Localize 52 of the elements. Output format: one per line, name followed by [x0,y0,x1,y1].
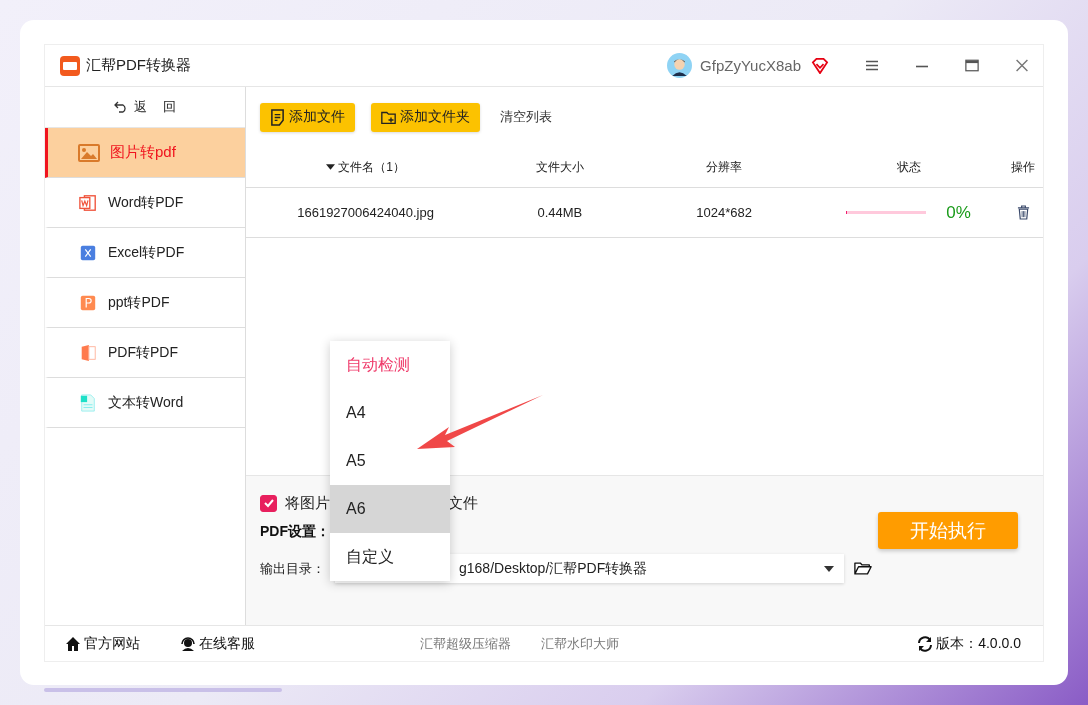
add-file-icon [270,108,285,126]
text-document-icon [78,393,98,412]
close-icon[interactable] [1015,59,1029,72]
file-name: 1661927006424040.jpg [297,205,434,220]
sidebar-item[interactable]: Excel转PDF [45,228,245,278]
clear-list-button[interactable]: 清空列表 [496,106,556,128]
sidebar-item[interactable]: PDF转PDF [45,328,245,378]
footer-link[interactable]: 在线客服 [199,634,255,653]
sidebar-item[interactable]: Word转PDF [45,178,245,228]
dropdown-option[interactable]: 自动检测 [330,341,450,389]
resolution: 1024*682 [696,205,753,220]
column-header[interactable]: 文件大小 [535,158,584,176]
sidebar-item[interactable]: ppt转PDF [45,278,245,328]
trash-icon[interactable] [1016,205,1030,220]
pdf-settings-label: PDF设置： [260,523,330,541]
diamond-icon[interactable] [811,57,829,74]
headset-icon[interactable] [180,635,196,652]
maximize-icon[interactable] [965,59,979,72]
file-size: 0.44MB [537,205,583,220]
output-dir-label: 输出目录： [260,559,325,578]
presentation-icon [78,293,98,312]
username[interactable]: GfpZyYucX8ab [700,57,801,74]
checkbox-label: 将图片 [285,493,330,513]
column-header[interactable]: 分辨率 [706,158,743,176]
add-button[interactable]: 添加文件夹 [371,102,480,132]
word-document-icon [78,193,98,212]
picture-icon [78,143,100,162]
back-arrow-icon[interactable] [114,101,129,113]
dropdown-option[interactable]: A5 [330,437,450,485]
product-link[interactable]: 汇帮水印大师 [541,634,619,653]
add-button[interactable]: 添加文件 [260,102,355,132]
dropdown-option[interactable]: A6 [330,485,450,533]
version-label: 版本：4.0.0.0 [936,634,1021,653]
spreadsheet-icon [78,243,98,262]
pdf-logo-icon [59,54,81,77]
sort-caret-icon[interactable] [326,164,336,170]
footer-link[interactable]: 官方网站 [84,634,140,653]
back-button[interactable]: 返 回 [110,96,180,118]
product-link[interactable]: 汇帮超级压缩器 [420,634,511,653]
dropdown-caret-icon[interactable] [824,565,834,572]
folder-icon[interactable] [854,561,872,576]
column-header[interactable]: 操作 [1011,158,1036,176]
refresh-icon[interactable] [917,635,934,652]
sidebar-item[interactable]: 文本转Word [45,378,245,428]
progress-percent: 0% [946,202,971,223]
column-header[interactable]: 文件名（1） [326,158,405,176]
dropdown-option[interactable]: A4 [330,389,450,437]
column-header[interactable]: 状态 [896,158,921,176]
menu-icon[interactable] [865,59,879,72]
home-icon[interactable] [65,635,81,652]
avatar-icon[interactable] [667,53,693,78]
app-title: 汇帮PDF转换器 [86,56,191,75]
